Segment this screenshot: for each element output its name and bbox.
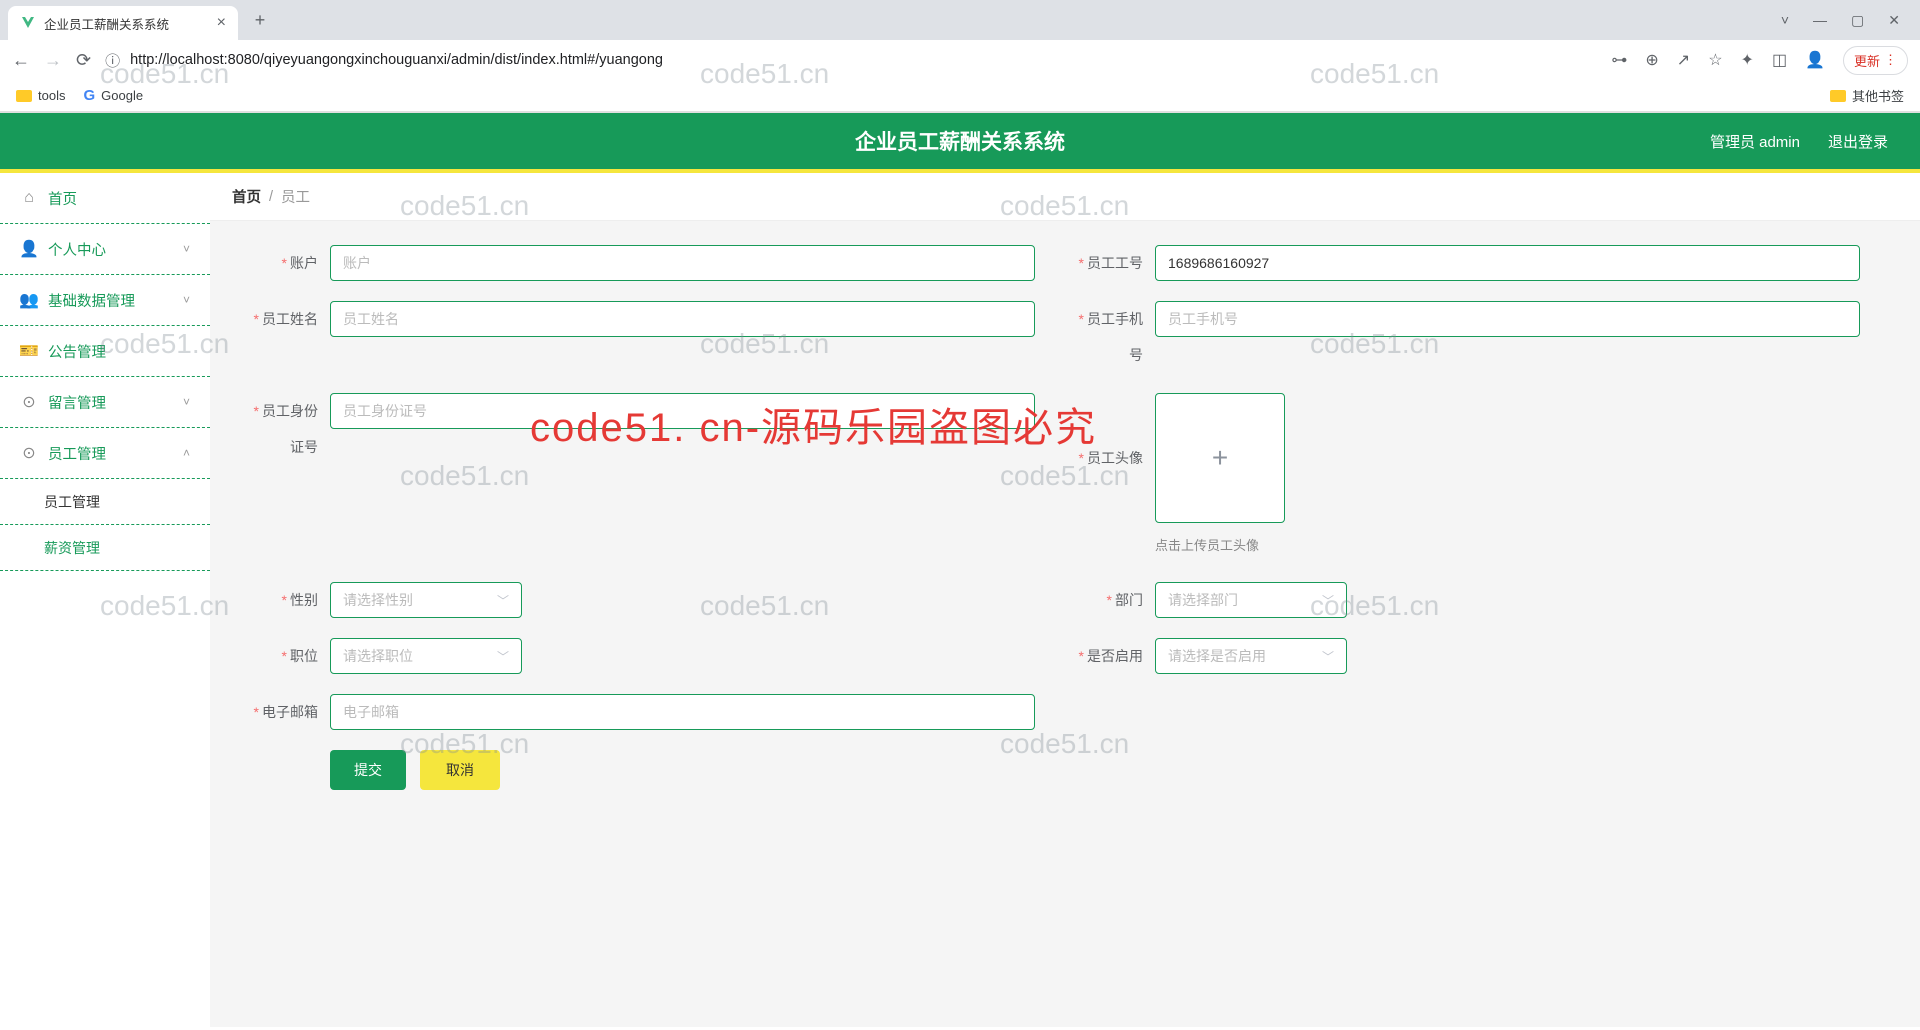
label-account: 账户 bbox=[290, 255, 318, 271]
upload-hint: 点击上传员工头像 bbox=[1155, 535, 1860, 554]
url-bar[interactable]: ⓘ http://localhost:8080/qiyeyuangongxinc… bbox=[105, 50, 1597, 71]
idcard-input[interactable] bbox=[330, 393, 1035, 429]
nav-bar: ← → ⟳ ⓘ http://localhost:8080/qiyeyuango… bbox=[0, 40, 1920, 80]
tab-bar: 企业员工薪酬关系系统 × + ˅ — ▢ ✕ bbox=[0, 0, 1920, 40]
folder-icon bbox=[16, 90, 32, 102]
window-controls: ˅ — ▢ ✕ bbox=[1781, 12, 1920, 29]
ticket-icon: 🎫 bbox=[20, 341, 38, 361]
nav-icons: ⊶ ⊕ ↗ ☆ ✦ ◫ 👤 更新 ⋮ bbox=[1611, 46, 1908, 75]
minimize-icon[interactable]: — bbox=[1813, 12, 1827, 29]
chevron-down-icon: ﹀ bbox=[497, 592, 509, 609]
email-input[interactable] bbox=[330, 694, 1035, 730]
enabled-select[interactable]: 请选择是否启用﹀ bbox=[1155, 638, 1347, 674]
main-content: 首页 / 员工 *账户 *员工工号 *员工姓名 bbox=[210, 173, 1920, 1027]
phone-input[interactable] bbox=[1155, 301, 1860, 337]
bookmark-other[interactable]: 其他书签 bbox=[1830, 86, 1904, 105]
form-area: *账户 *员工工号 *员工姓名 *员工手机号 bbox=[210, 221, 1920, 814]
bookmark-bar: tools GGoogle 其他书签 bbox=[0, 80, 1920, 112]
browser-chrome: 企业员工薪酬关系系统 × + ˅ — ▢ ✕ ← → ⟳ ⓘ http://lo… bbox=[0, 0, 1920, 113]
avatar-upload[interactable]: + bbox=[1155, 393, 1285, 523]
zoom-icon[interactable]: ⊕ bbox=[1645, 50, 1658, 70]
submit-button[interactable]: 提交 bbox=[330, 750, 406, 790]
browser-tab[interactable]: 企业员工薪酬关系系统 × bbox=[8, 6, 238, 40]
label-emp-no: 员工工号 bbox=[1087, 255, 1143, 271]
chevron-down-icon: ˅ bbox=[183, 242, 190, 256]
logout-link[interactable]: 退出登录 bbox=[1828, 131, 1888, 152]
forward-button[interactable]: → bbox=[44, 50, 62, 71]
breadcrumb-sep: / bbox=[269, 189, 273, 205]
info-icon: ⓘ bbox=[105, 50, 120, 71]
emp-name-input[interactable] bbox=[330, 301, 1035, 337]
home-icon: ⌂ bbox=[20, 189, 38, 207]
cancel-button[interactable]: 取消 bbox=[420, 750, 500, 790]
sidebar-item-message[interactable]: ⊙留言管理˅ bbox=[0, 377, 210, 428]
account-input[interactable] bbox=[330, 245, 1035, 281]
sidepanel-icon[interactable]: ◫ bbox=[1772, 50, 1787, 70]
sidebar-item-personal[interactable]: 👤个人中心˅ bbox=[0, 224, 210, 275]
chevron-down-icon: ˅ bbox=[183, 395, 190, 409]
url-text: http://localhost:8080/qiyeyuangongxincho… bbox=[130, 52, 663, 68]
users-icon: 👥 bbox=[20, 290, 38, 310]
label-avatar: 员工头像 bbox=[1087, 450, 1143, 466]
sidebar: ⌂首页 👤个人中心˅ 👥基础数据管理˅ 🎫公告管理 ⊙留言管理˅ ⊙员工管理˄ … bbox=[0, 173, 210, 1027]
app-body: ⌂首页 👤个人中心˅ 👥基础数据管理˅ 🎫公告管理 ⊙留言管理˅ ⊙员工管理˄ … bbox=[0, 173, 1920, 1027]
gender-select[interactable]: 请选择性别﹀ bbox=[330, 582, 522, 618]
label-gender: 性别 bbox=[290, 592, 318, 608]
tab-title: 企业员工薪酬关系系统 bbox=[44, 14, 169, 33]
label-emp-name: 员工姓名 bbox=[262, 311, 318, 327]
gear-icon: ⊙ bbox=[20, 443, 38, 463]
star-icon[interactable]: ☆ bbox=[1708, 50, 1722, 70]
breadcrumb: 首页 / 员工 bbox=[210, 173, 1920, 221]
chevron-up-icon: ˄ bbox=[183, 446, 190, 460]
extensions-icon[interactable]: ✦ bbox=[1741, 50, 1754, 70]
breadcrumb-home[interactable]: 首页 bbox=[232, 186, 261, 207]
key-icon[interactable]: ⊶ bbox=[1611, 50, 1627, 70]
label-phone: 员工手机号 bbox=[1087, 311, 1143, 363]
new-tab-button[interactable]: + bbox=[246, 10, 274, 31]
chevron-down-icon: ˅ bbox=[183, 293, 190, 307]
sidebar-sub-salary-manage[interactable]: 薪资管理 bbox=[0, 525, 210, 571]
sidebar-sub-employee-manage[interactable]: 员工管理 bbox=[0, 479, 210, 525]
close-icon[interactable]: × bbox=[217, 14, 226, 32]
dept-select[interactable]: 请选择部门﹀ bbox=[1155, 582, 1347, 618]
sidebar-item-notice[interactable]: 🎫公告管理 bbox=[0, 326, 210, 377]
close-window-icon[interactable]: ✕ bbox=[1888, 12, 1900, 29]
bookmark-google[interactable]: GGoogle bbox=[83, 87, 143, 104]
label-position: 职位 bbox=[290, 648, 318, 664]
label-idcard: 员工身份证号 bbox=[262, 403, 318, 455]
reload-button[interactable]: ⟳ bbox=[76, 50, 91, 71]
profile-icon[interactable]: 👤 bbox=[1805, 50, 1825, 70]
folder-icon bbox=[1830, 90, 1846, 102]
back-button[interactable]: ← bbox=[12, 50, 30, 71]
vue-favicon-icon bbox=[20, 15, 36, 31]
google-icon: G bbox=[83, 87, 95, 104]
label-email: 电子邮箱 bbox=[262, 704, 318, 720]
chevron-down-icon: ﹀ bbox=[1322, 592, 1334, 609]
breadcrumb-current: 员工 bbox=[281, 186, 310, 207]
bookmark-tools[interactable]: tools bbox=[16, 88, 65, 103]
label-enabled: 是否启用 bbox=[1087, 648, 1143, 664]
update-button[interactable]: 更新 ⋮ bbox=[1843, 46, 1908, 75]
share-icon[interactable]: ↗ bbox=[1677, 50, 1690, 70]
user-icon: 👤 bbox=[20, 239, 38, 259]
sidebar-item-employee[interactable]: ⊙员工管理˄ bbox=[0, 428, 210, 479]
plus-icon: + bbox=[1212, 442, 1228, 474]
chevron-down-icon[interactable]: ˅ bbox=[1781, 12, 1789, 29]
admin-label[interactable]: 管理员 admin bbox=[1710, 131, 1800, 152]
chat-icon: ⊙ bbox=[20, 392, 38, 412]
maximize-icon[interactable]: ▢ bbox=[1851, 12, 1864, 29]
emp-no-input[interactable] bbox=[1155, 245, 1860, 281]
label-dept: 部门 bbox=[1115, 592, 1143, 608]
chevron-down-icon: ﹀ bbox=[497, 648, 509, 665]
app-header: 企业员工薪酬关系系统 管理员 admin 退出登录 bbox=[0, 113, 1920, 173]
sidebar-item-basedata[interactable]: 👥基础数据管理˅ bbox=[0, 275, 210, 326]
sidebar-item-home[interactable]: ⌂首页 bbox=[0, 173, 210, 224]
chevron-down-icon: ﹀ bbox=[1322, 648, 1334, 665]
app-title: 企业员工薪酬关系系统 bbox=[855, 126, 1065, 156]
position-select[interactable]: 请选择职位﹀ bbox=[330, 638, 522, 674]
